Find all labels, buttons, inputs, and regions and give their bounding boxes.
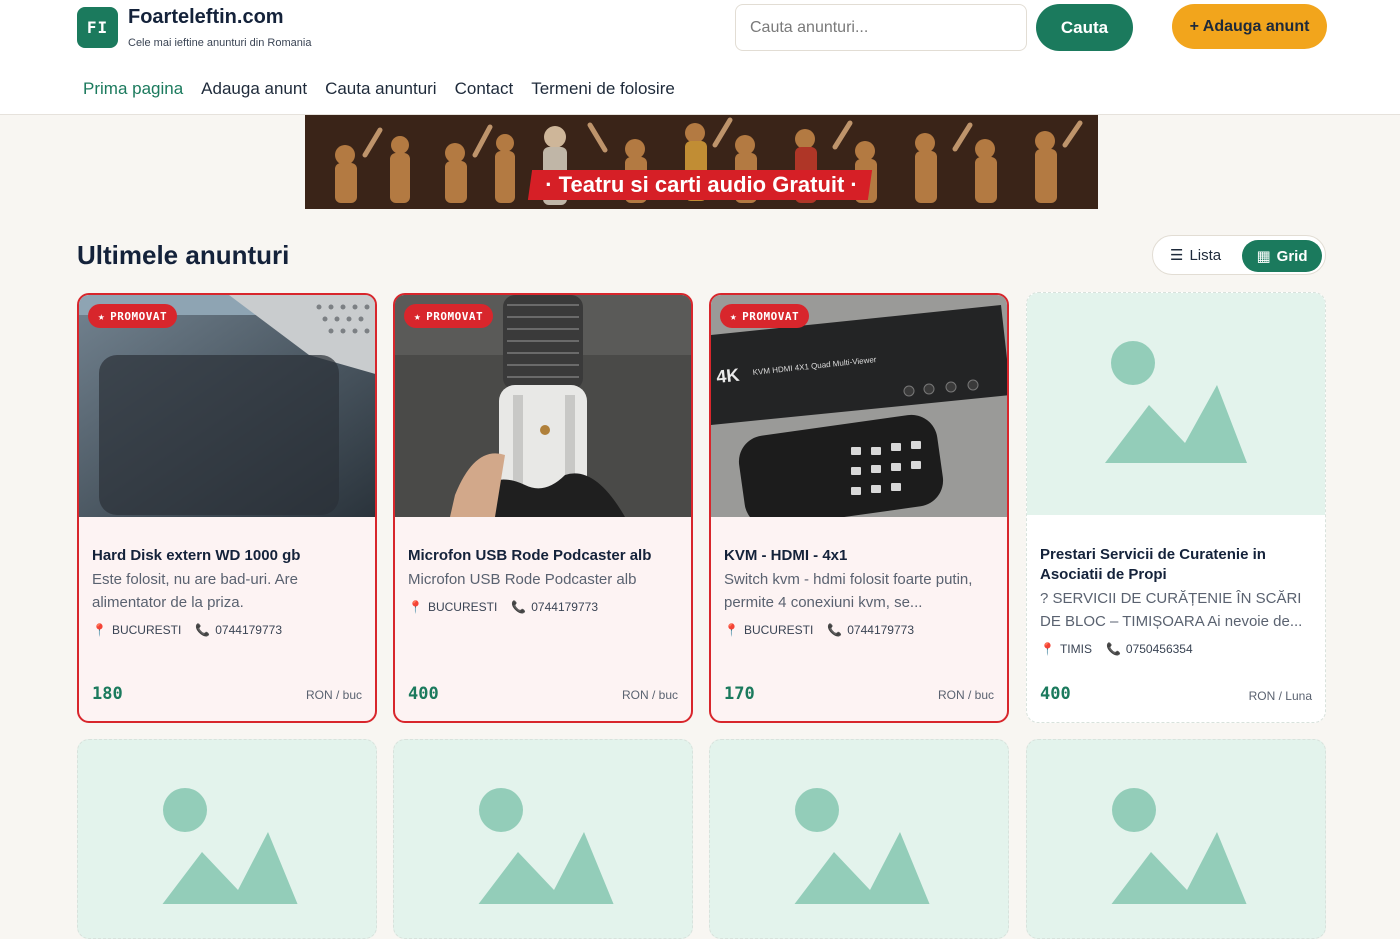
view-lista-button[interactable]: ☰ Lista xyxy=(1170,246,1222,265)
listing-meta: 📍 BUCURESTI 📞 0744179773 xyxy=(408,600,598,614)
view-grid-button[interactable]: ▦ Grid xyxy=(1242,240,1322,272)
listing-price: 180 xyxy=(92,684,123,704)
listing-meta: 📍 BUCURESTI 📞 0744179773 xyxy=(92,623,282,637)
location-pin-icon: 📍 xyxy=(1040,642,1055,656)
banner-text: · Teatru si carti audio Gratuit · xyxy=(545,172,858,197)
site-header: FI Foarteleftin.com Cele mai ieftine anu… xyxy=(0,0,1400,115)
listing-location: BUCURESTI xyxy=(427,600,498,614)
logo-icon[interactable]: FI xyxy=(77,7,118,48)
nav-item-contact[interactable]: Contact xyxy=(455,79,514,99)
listing-location: BUCURESTI xyxy=(743,623,814,637)
image-placeholder-icon xyxy=(158,788,300,910)
nav-item-prima-pagina[interactable]: Prima pagina xyxy=(83,79,183,99)
promoted-badge: ★ PROMOVAT xyxy=(88,304,178,328)
promoted-badge-label: PROMOVAT xyxy=(742,309,800,323)
location-pin-icon: 📍 xyxy=(92,623,107,637)
svg-text:4K: 4K xyxy=(715,365,740,387)
view-lista-label: Lista xyxy=(1189,246,1222,264)
add-listing-button[interactable]: + Adauga anunt xyxy=(1172,4,1327,49)
site-name[interactable]: Foarteleftin.com xyxy=(128,6,284,29)
main-nav: Prima pagina Adauga anunt Cauta anunturi… xyxy=(83,79,675,99)
listing-price-unit: RON / buc xyxy=(937,688,994,702)
listing-image[interactable] xyxy=(395,295,691,517)
list-icon: ☰ xyxy=(1170,247,1184,264)
phone-icon: 📞 xyxy=(827,623,843,637)
listing-price: 400 xyxy=(408,684,439,704)
promoted-badge-label: PROMOVAT xyxy=(426,309,484,323)
listing-price-unit: RON / buc xyxy=(305,688,362,702)
listing-meta: 📍 BUCURESTI 📞 0744179773 xyxy=(724,623,914,637)
listing-description: ? SERVICII DE CURĂȚENIE ÎN SCĂRI DE BLOC… xyxy=(1040,590,1303,630)
listing-image[interactable]: 4K KVM HDMI 4X1 Quad Multi-Viewer xyxy=(711,295,1007,517)
listing-card[interactable]: ★ PROMOVAT Hard Disk extern WD 1000 gb Es… xyxy=(77,293,377,723)
listing-location: BUCURESTI xyxy=(111,623,182,637)
listing-phone: 0744179773 xyxy=(847,623,914,637)
phone-icon: 📞 xyxy=(1105,642,1121,656)
listing-price: 170 xyxy=(724,684,755,704)
listing-price: 400 xyxy=(1040,684,1071,704)
listing-price-unit: RON / buc xyxy=(621,688,678,702)
listing-title[interactable]: KVM - HDMI - 4x1 xyxy=(724,546,999,566)
image-placeholder-icon xyxy=(1107,788,1249,910)
listing-title[interactable]: Microfon USB Rode Podcaster alb xyxy=(408,546,683,566)
listing-title[interactable]: Prestari Servicii de Curatenie in Asocia… xyxy=(1040,545,1315,585)
listing-description: Microfon USB Rode Podcaster alb xyxy=(408,571,637,588)
search-button[interactable]: Cauta xyxy=(1036,4,1133,51)
listing-card[interactable]: ★ PROMOVAT Microfon USB Rode Podcaster al… xyxy=(393,293,693,723)
location-pin-icon: 📍 xyxy=(408,600,423,614)
phone-icon: 📞 xyxy=(511,600,527,614)
listing-image[interactable] xyxy=(79,295,375,517)
promoted-badge-label: PROMOVAT xyxy=(110,309,168,323)
listing-card[interactable] xyxy=(709,739,1009,939)
listing-card[interactable]: Prestari Servicii de Curatenie in Asocia… xyxy=(1026,292,1326,723)
star-icon: ★ xyxy=(730,309,738,323)
image-placeholder-icon xyxy=(790,788,932,910)
listing-card[interactable] xyxy=(1026,739,1326,939)
listing-image[interactable] xyxy=(1027,293,1325,515)
image-placeholder-icon xyxy=(474,788,616,910)
kvm-switch-photo: 4K KVM HDMI 4X1 Quad Multi-Viewer xyxy=(711,295,1007,517)
search-input[interactable] xyxy=(735,4,1027,51)
listing-meta: 📍 TIMIS 📞 0750456354 xyxy=(1040,642,1193,656)
listing-description: Este folosit, nu are bad-uri. Are alimen… xyxy=(92,571,298,611)
listing-price-unit: RON / Luna xyxy=(1248,689,1312,703)
nav-item-cauta-anunturi[interactable]: Cauta anunturi xyxy=(325,79,437,99)
listing-card[interactable] xyxy=(77,739,377,939)
star-icon: ★ xyxy=(414,309,422,323)
nav-item-termeni[interactable]: Termeni de folosire xyxy=(531,79,675,99)
listing-phone: 0744179773 xyxy=(215,623,282,637)
listing-title[interactable]: Hard Disk extern WD 1000 gb xyxy=(92,546,367,566)
listing-phone: 0744179773 xyxy=(531,600,598,614)
listing-card[interactable] xyxy=(393,739,693,939)
grid-icon: ▦ xyxy=(1256,248,1271,265)
section-title: Ultimele anunturi xyxy=(77,240,290,270)
listing-location: TIMIS xyxy=(1059,642,1092,656)
location-pin-icon: 📍 xyxy=(724,623,739,637)
view-grid-label: Grid xyxy=(1276,247,1308,265)
star-icon: ★ xyxy=(98,309,106,323)
view-toggle: ☰ Lista ▦ Grid xyxy=(1152,235,1326,275)
promo-banner[interactable]: · Teatru si carti audio Gratuit · xyxy=(305,115,1098,209)
listing-description: Switch kvm - hdmi folosit foarte putin, … xyxy=(724,571,973,611)
promoted-badge: ★ PROMOVAT xyxy=(404,304,494,328)
hard-disk-photo xyxy=(79,295,375,517)
phone-icon: 📞 xyxy=(195,623,211,637)
image-placeholder-icon xyxy=(1027,293,1325,515)
promoted-badge: ★ PROMOVAT xyxy=(720,304,810,328)
nav-item-adauga-anunt[interactable]: Adauga anunt xyxy=(201,79,307,99)
site-tagline: Cele mai ieftine anunturi din Romania xyxy=(128,37,312,49)
microphone-photo xyxy=(395,295,691,517)
listing-phone: 0750456354 xyxy=(1125,642,1193,656)
listing-card[interactable]: 4K KVM HDMI 4X1 Quad Multi-Viewer ★ PROMO… xyxy=(709,293,1009,723)
